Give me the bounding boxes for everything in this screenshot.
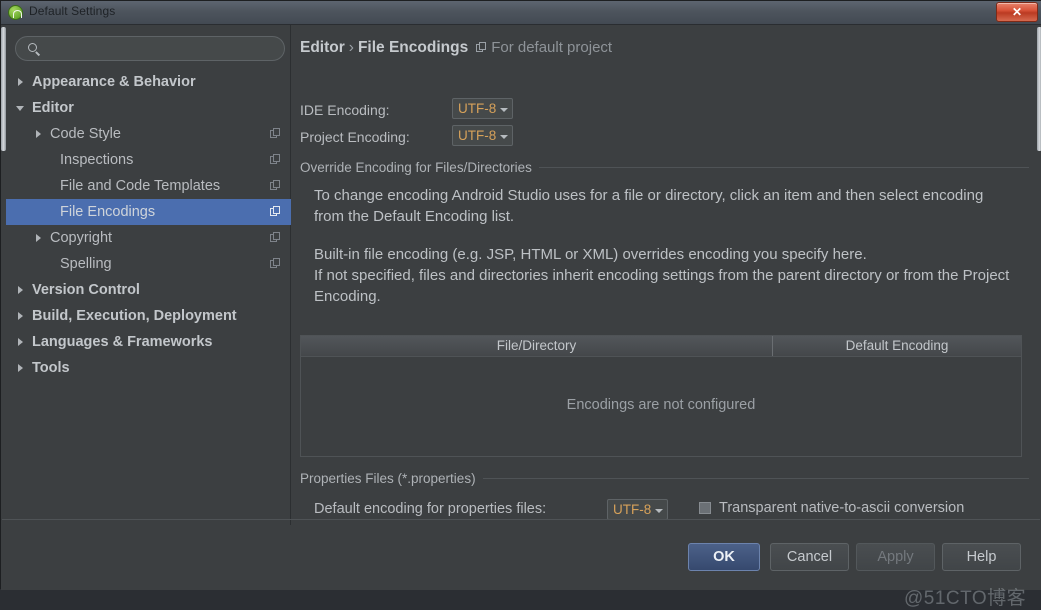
chevron-right-icon[interactable] [34,233,44,243]
right-scrollbar-thumb[interactable] [1037,27,1041,151]
breadcrumb-parent[interactable]: Editor [300,39,345,56]
sidebar-item-label: Languages & Frameworks [32,334,213,350]
help-button[interactable]: Help [942,543,1021,571]
breadcrumb-separator: › [348,39,354,56]
chevron-right-icon[interactable] [16,337,26,347]
dialog-body: Appearance & Behavior Editor Code Style Ins… [1,25,1041,609]
android-studio-icon [8,5,23,20]
chevron-down-icon[interactable] [16,103,26,113]
copy-settings-icon [270,232,281,243]
sidebar-item-appearance-behavior[interactable]: Appearance & Behavior [6,69,291,95]
chevron-right-icon[interactable] [16,311,26,321]
sidebar-item-label: Inspections [60,152,134,168]
search-icon [28,43,37,52]
window-title: Default Settings [29,4,116,18]
sidebar-item-label: Code Style [50,126,121,142]
breadcrumb-hint: For default project [491,39,613,56]
column-header-file-directory[interactable]: File/Directory [301,336,773,356]
sidebar-item-code-style[interactable]: Code Style [6,121,291,147]
settings-dialog: Default Settings ✕ Appearance & Behavior… [0,0,1041,609]
close-icon[interactable]: ✕ [996,2,1038,22]
sidebar-item-label: Copyright [50,230,113,246]
breadcrumb-current: File Encodings [357,39,469,56]
search-box[interactable] [15,36,285,61]
watermark: @51CTO博客 [904,588,1027,609]
description-paragraph-1: To change encoding Android Studio uses f… [314,187,984,225]
table-empty-message: Encodings are not configured [566,397,756,413]
chevron-down-icon [500,108,509,112]
settings-tree: Appearance & Behavior Editor Code Style Ins… [6,69,291,381]
copy-settings-icon [270,128,281,139]
ok-button[interactable]: OK [688,543,760,571]
properties-group-title: Properties Files (*.properties) [300,471,483,486]
cancel-button[interactable]: Cancel [770,543,849,571]
sidebar-item-build-execution-deployment[interactable]: Build, Execution, Deployment [6,303,291,329]
copy-settings-icon [270,206,281,217]
chevron-right-icon[interactable] [34,129,44,139]
bottom-separator [2,519,1040,520]
project-encoding-dropdown[interactable]: UTF-8 [452,125,514,146]
sidebar-item-copyright[interactable]: Copyright [6,225,291,251]
properties-encoding-value: UTF-8 [613,502,652,517]
description-paragraph-2-line-1: Built-in file encoding (e.g. JSP, HTML o… [314,246,867,263]
sidebar-item-label: Tools [32,360,70,376]
sidebar-item-label: Appearance & Behavior [32,74,196,90]
chevron-down-icon [655,509,664,513]
dialog-button-bar: OK Cancel Apply Help [1,530,1041,588]
project-scope-icon [476,42,487,53]
description-paragraph-2-line-2: If not specified, files and directories … [314,267,1010,305]
title-bar: Default Settings ✕ [1,1,1041,25]
copy-settings-icon [270,258,281,269]
sidebar-item-label: Build, Execution, Deployment [32,308,237,324]
chevron-right-icon[interactable] [16,77,26,87]
ide-encoding-value: UTF-8 [458,101,497,116]
chevron-down-icon [500,135,509,139]
sidebar-item-inspections[interactable]: Inspections [6,147,291,173]
chevron-right-icon[interactable] [16,363,26,373]
apply-button: Apply [856,543,935,571]
transparent-conversion-checkbox[interactable] [699,502,711,514]
sidebar-item-file-and-code-templates[interactable]: File and Code Templates [6,173,291,199]
breadcrumb: Editor › File Encodings For default project [300,39,612,57]
ide-encoding-label: IDE Encoding: [300,102,390,118]
sidebar-item-label: File Encodings [60,204,156,220]
sidebar-item-languages-frameworks[interactable]: Languages & Frameworks [6,329,291,355]
copy-settings-icon [270,154,281,165]
sidebar-item-label: File and Code Templates [60,178,221,194]
settings-sidebar: Appearance & Behavior Editor Code Style Ins… [6,25,291,525]
encodings-table[interactable]: File/Directory Default Encoding Encoding… [300,335,1022,457]
transparent-conversion-label: Transparent native-to-ascii conversion [719,500,965,516]
project-encoding-value: UTF-8 [458,128,497,143]
properties-encoding-dropdown[interactable]: UTF-8 [607,499,669,520]
transparent-conversion-checkbox-wrap[interactable]: Transparent native-to-ascii conversion [699,500,964,516]
sidebar-item-label: Version Control [32,282,140,298]
sidebar-item-editor[interactable]: Editor [6,95,291,121]
sidebar-item-label: Spelling [60,256,112,272]
ide-encoding-dropdown[interactable]: UTF-8 [452,98,514,119]
sidebar-item-spelling[interactable]: Spelling [6,251,291,277]
sidebar-item-label: Editor [32,100,74,116]
override-group-title: Override Encoding for Files/Directories [300,160,539,175]
column-header-default-encoding[interactable]: Default Encoding [773,336,1021,356]
copy-settings-icon [270,180,281,191]
chevron-right-icon[interactable] [16,285,26,295]
sidebar-item-file-encodings[interactable]: File Encodings [6,199,291,225]
sidebar-item-version-control[interactable]: Version Control [6,277,291,303]
override-description: To change encoding Android Studio uses f… [314,185,1014,307]
search-input[interactable] [44,37,279,60]
content-pane: Editor › File Encodings For default project… [292,25,1037,525]
properties-encoding-label: Default encoding for properties files: [314,501,547,517]
project-encoding-label: Project Encoding: [300,129,410,145]
right-scrollbar[interactable] [1037,25,1041,528]
table-header-row: File/Directory Default Encoding [301,336,1021,357]
sidebar-item-tools[interactable]: Tools [6,355,291,381]
